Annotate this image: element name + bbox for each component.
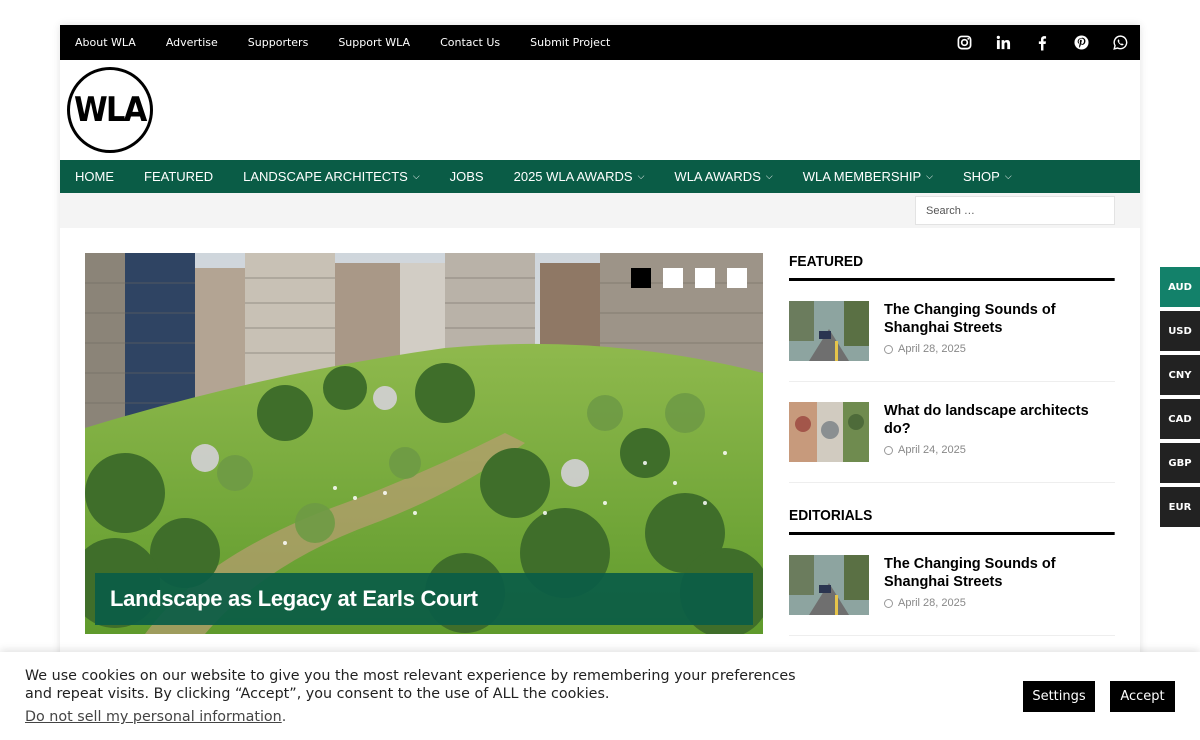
chevron-down-icon: ⌵	[926, 171, 933, 181]
nav-label: WLA MEMBERSHIP	[802, 169, 922, 184]
nav-item-home[interactable]: HOME	[75, 169, 114, 184]
search-bar	[60, 193, 1140, 228]
site-logo[interactable]: WLA	[67, 67, 153, 153]
post-thumbnail[interactable]	[789, 555, 869, 615]
top-link-contact[interactable]: Contact Us	[440, 36, 500, 49]
currency-aud[interactable]: AUD	[1160, 267, 1200, 307]
cookie-message: We use cookies on our website to give yo…	[25, 668, 796, 702]
clock-icon	[884, 344, 893, 354]
hero-caption-text: Landscape as Legacy at Earls Court	[110, 586, 478, 611]
nav-item-jobs[interactable]: JOBS	[450, 169, 484, 184]
do-not-sell-link[interactable]: Do not sell my personal information	[25, 709, 282, 725]
post-date: April 28, 2025	[884, 343, 1115, 355]
hero-caption[interactable]: Landscape as Legacy at Earls Court	[95, 573, 753, 625]
editorial-post[interactable]: The Changing Sounds of Shanghai Streets …	[789, 535, 1115, 636]
nav-item-wla-membership[interactable]: WLA MEMBERSHIP ⌵	[803, 169, 933, 184]
post-info: The Changing Sounds of Shanghai Streets …	[884, 301, 1115, 361]
nav-label: HOME	[75, 169, 114, 184]
clock-icon	[884, 598, 893, 608]
main-nav: HOME FEATURED LANDSCAPE ARCHITECTS ⌵ JOBS…	[60, 160, 1140, 193]
cookie-accept-button[interactable]: Accept	[1110, 681, 1175, 712]
logo-text: WLA	[74, 90, 147, 130]
nav-item-landscape-architects[interactable]: LANDSCAPE ARCHITECTS ⌵	[243, 169, 420, 184]
currency-cny[interactable]: CNY	[1160, 355, 1200, 395]
facebook-icon[interactable]	[1032, 33, 1052, 53]
slider-dot-4[interactable]	[727, 268, 747, 288]
nav-item-2025-wla-awards[interactable]: 2025 WLA AWARDS ⌵	[514, 169, 645, 184]
post-date-text: April 28, 2025	[898, 343, 966, 355]
post-info: What do landscape architects do? April 2…	[884, 402, 1115, 462]
header: WLA	[60, 60, 1140, 160]
page-container: About WLA Advertise Supporters Support W…	[60, 25, 1140, 740]
post-thumbnail[interactable]	[789, 402, 869, 462]
post-date: April 24, 2025	[884, 444, 1115, 456]
nav-label: 2025 WLA AWARDS	[513, 169, 633, 184]
chevron-down-icon: ⌵	[765, 171, 773, 181]
whatsapp-icon[interactable]	[1110, 33, 1130, 53]
top-link-advertise[interactable]: Advertise	[166, 36, 218, 49]
top-links: About WLA Advertise Supporters Support W…	[75, 25, 640, 60]
featured-heading: FEATURED	[789, 253, 1116, 281]
post-title[interactable]: The Changing Sounds of Shanghai Streets	[884, 555, 1115, 591]
cookie-banner: We use cookies on our website to give yo…	[0, 652, 1200, 740]
clock-icon	[884, 445, 893, 455]
nav-item-shop[interactable]: SHOP ⌵	[963, 169, 1012, 184]
hero-slider[interactable]: Landscape as Legacy at Earls Court	[85, 253, 763, 634]
search-input[interactable]	[915, 196, 1115, 225]
slider-dot-1[interactable]	[631, 268, 651, 288]
social-links	[935, 25, 1130, 60]
featured-post[interactable]: What do landscape architects do? April 2…	[789, 382, 1115, 483]
nav-item-wla-awards[interactable]: WLA AWARDS ⌵	[674, 169, 772, 184]
chevron-down-icon: ⌵	[412, 171, 420, 181]
post-date-text: April 28, 2025	[898, 597, 966, 609]
currency-switcher: AUD USD CNY CAD GBP EUR	[1160, 267, 1200, 531]
post-title[interactable]: The Changing Sounds of Shanghai Streets	[884, 301, 1115, 337]
top-link-supporters[interactable]: Supporters	[248, 36, 309, 49]
linkedin-icon[interactable]	[993, 33, 1013, 53]
cookie-dns: Do not sell my personal information.	[25, 709, 286, 725]
nav-label: LANDSCAPE ARCHITECTS	[243, 169, 408, 184]
currency-usd[interactable]: USD	[1160, 311, 1200, 351]
currency-cad[interactable]: CAD	[1160, 399, 1200, 439]
top-link-submit-project[interactable]: Submit Project	[530, 36, 610, 49]
chevron-down-icon: ⌵	[1004, 171, 1012, 181]
post-title[interactable]: What do landscape architects do?	[884, 402, 1115, 438]
post-date: April 28, 2025	[884, 597, 1115, 609]
top-bar: About WLA Advertise Supporters Support W…	[60, 25, 1140, 60]
top-link-about[interactable]: About WLA	[75, 36, 136, 49]
pinterest-icon[interactable]	[1071, 33, 1091, 53]
chevron-down-icon: ⌵	[637, 171, 645, 181]
featured-post[interactable]: The Changing Sounds of Shanghai Streets …	[789, 281, 1115, 382]
nav-item-featured[interactable]: FEATURED	[144, 169, 213, 184]
nav-label: WLA AWARDS	[674, 169, 761, 184]
cookie-settings-button[interactable]: Settings	[1023, 681, 1095, 712]
slider-dot-2[interactable]	[663, 268, 683, 288]
cookie-dns-suffix: .	[281, 709, 287, 725]
post-info: The Changing Sounds of Shanghai Streets …	[884, 555, 1115, 615]
nav-label: FEATURED	[144, 169, 214, 184]
nav-label: SHOP	[963, 169, 1000, 184]
slider-dot-3[interactable]	[695, 268, 715, 288]
editorials-heading: EDITORIALS	[789, 507, 1116, 535]
post-thumbnail[interactable]	[789, 301, 869, 361]
sidebar: FEATURED The Changing Sounds of Shanghai…	[789, 253, 1116, 636]
top-link-support-wla[interactable]: Support WLA	[338, 36, 410, 49]
nav-label: JOBS	[449, 169, 484, 184]
post-date-text: April 24, 2025	[898, 444, 966, 456]
slider-dots	[631, 268, 759, 288]
instagram-icon[interactable]	[954, 33, 974, 53]
currency-eur[interactable]: EUR	[1160, 487, 1200, 527]
currency-gbp[interactable]: GBP	[1160, 443, 1200, 483]
